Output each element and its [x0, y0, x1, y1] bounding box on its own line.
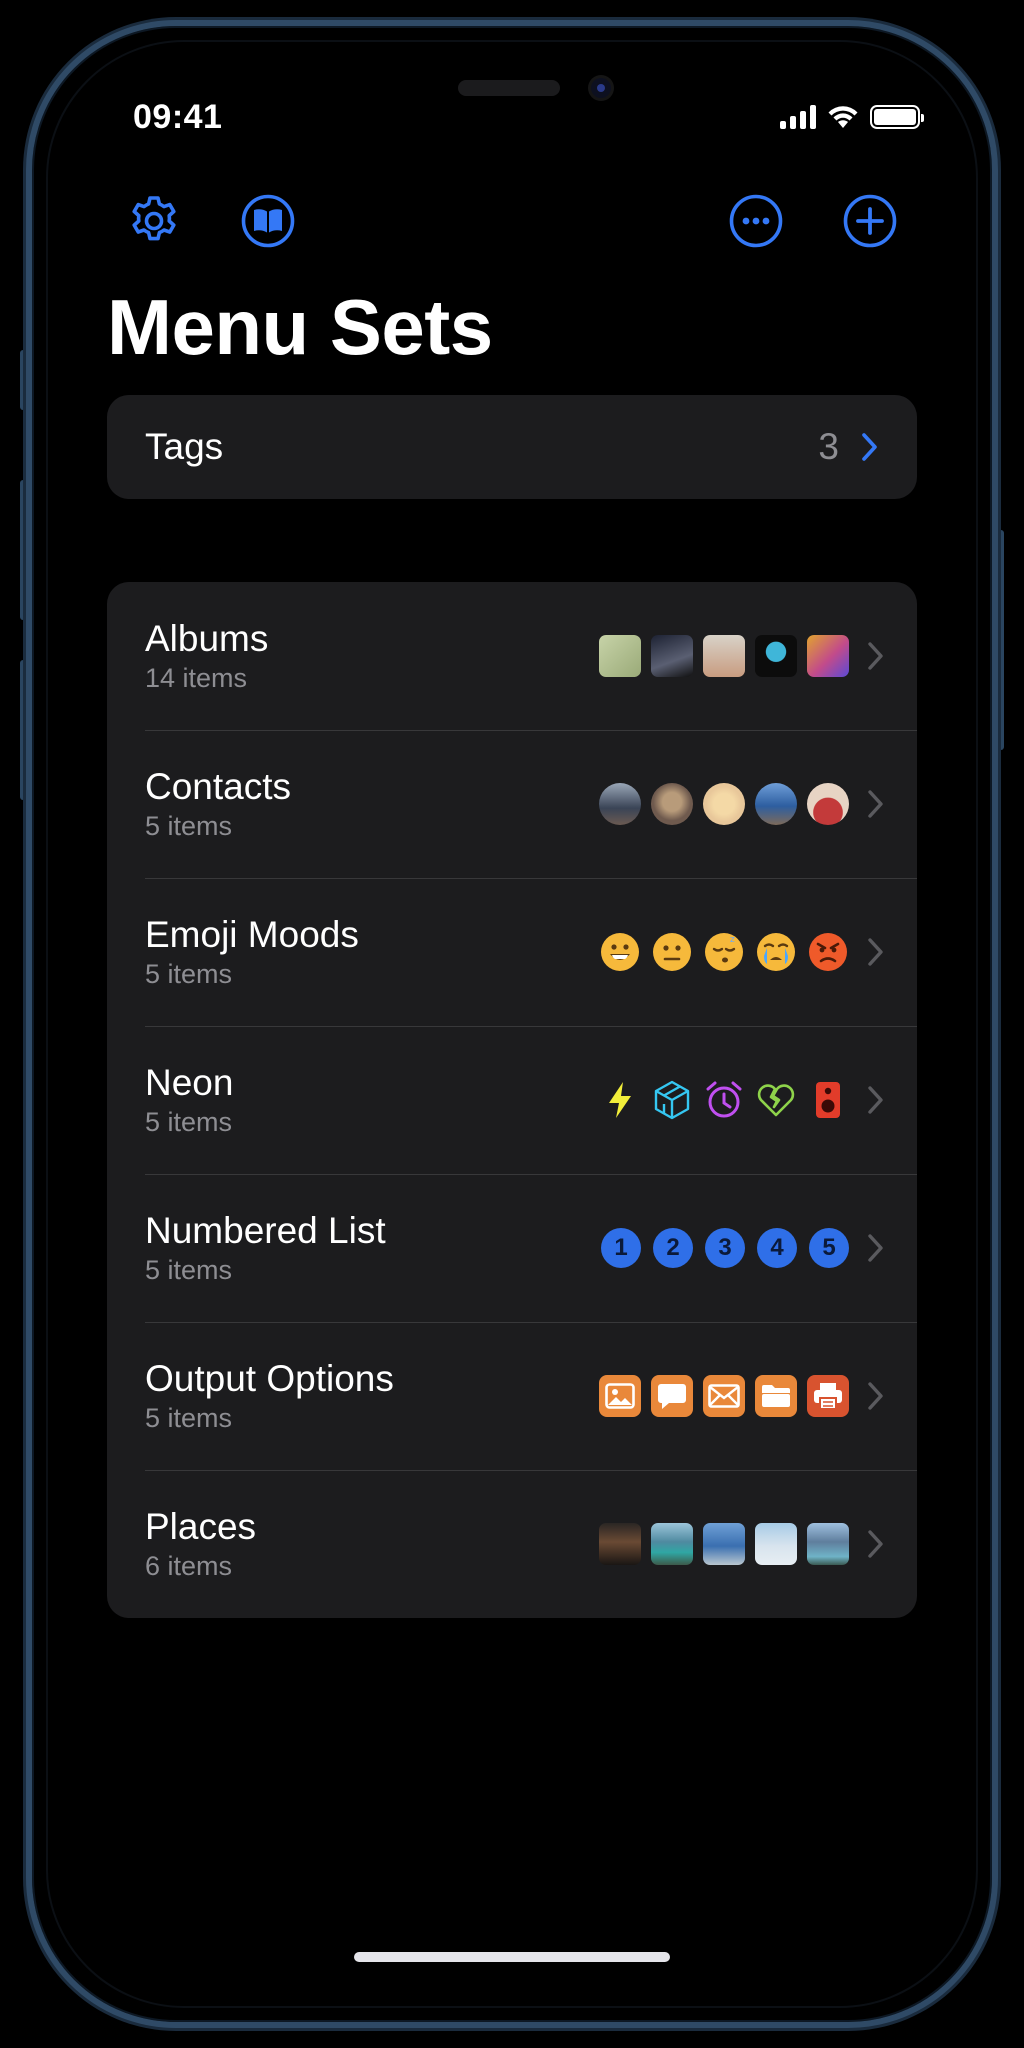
printer-icon	[807, 1375, 849, 1417]
list-item-contacts[interactable]: Contacts 5 items	[107, 730, 917, 878]
photo-icon	[599, 1375, 641, 1417]
add-button[interactable]	[842, 193, 898, 249]
folder-icon	[755, 1375, 797, 1417]
avatar	[651, 783, 693, 825]
chevron-right-icon	[868, 1086, 883, 1114]
avatar	[703, 783, 745, 825]
angry-face-icon	[809, 933, 847, 971]
row-subtitle: 5 items	[145, 959, 233, 989]
row-title: Places	[145, 1506, 257, 1547]
list-item-places[interactable]: Places 6 items	[107, 1470, 917, 1618]
menu-sets-list: Albums 14 items Contacts 5 items Emoji M…	[107, 582, 917, 1618]
front-camera	[591, 78, 611, 98]
row-title: Contacts	[145, 766, 292, 807]
settings-button[interactable]	[126, 193, 182, 249]
row-subtitle: 14 items	[145, 663, 248, 693]
number-badges: 1 2 3 4 5	[601, 1228, 849, 1268]
list-item-output-options[interactable]: Output Options 5 items	[107, 1322, 917, 1470]
library-button[interactable]	[240, 193, 296, 249]
chevron-right-icon	[862, 433, 877, 461]
place-thumbnail	[651, 1523, 693, 1565]
chevron-right-icon	[868, 1530, 883, 1558]
list-item-emoji-moods[interactable]: Emoji Moods 5 items z	[107, 878, 917, 1026]
place-thumbnail	[599, 1523, 641, 1565]
row-subtitle: 5 items	[145, 811, 233, 841]
speaker-icon	[816, 1082, 840, 1118]
status-icons	[780, 104, 924, 130]
output-thumbnails	[599, 1375, 849, 1417]
row-subtitle: 5 items	[145, 1107, 233, 1137]
avatar	[599, 783, 641, 825]
number-badge: 3	[705, 1228, 745, 1268]
sleeping-face-icon: z	[705, 933, 743, 971]
album-thumbnail	[755, 635, 797, 677]
crying-face-icon	[757, 933, 795, 971]
number-badge: 2	[653, 1228, 693, 1268]
cellular-signal-icon	[780, 105, 816, 129]
envelope-icon	[703, 1375, 745, 1417]
number-badge: 1	[601, 1228, 641, 1268]
plus-circle-icon	[843, 194, 897, 248]
page-title: Menu Sets	[107, 283, 493, 371]
place-thumbnails	[599, 1523, 849, 1565]
place-thumbnail	[755, 1523, 797, 1565]
broken-heart-icon	[757, 1084, 795, 1117]
row-title: Numbered List	[145, 1210, 386, 1251]
row-subtitle: 5 items	[145, 1403, 233, 1433]
chevron-right-icon	[868, 642, 883, 670]
cube-icon	[654, 1080, 690, 1120]
avatar	[807, 783, 849, 825]
row-title: Albums	[145, 618, 269, 659]
album-thumbnail	[599, 635, 641, 677]
wifi-icon	[828, 106, 858, 128]
tags-label: Tags	[145, 426, 224, 467]
number-badge: 4	[757, 1228, 797, 1268]
place-thumbnail	[807, 1523, 849, 1565]
alarm-clock-icon	[706, 1081, 742, 1118]
chevron-right-icon	[868, 938, 883, 966]
row-title: Neon	[145, 1062, 234, 1103]
list-item-neon[interactable]: Neon 5 items	[107, 1026, 917, 1174]
ellipsis-circle-icon	[729, 194, 783, 248]
place-thumbnail	[703, 1523, 745, 1565]
home-indicator[interactable]	[354, 1952, 670, 1962]
more-button[interactable]	[728, 193, 784, 249]
message-icon	[651, 1375, 693, 1417]
album-thumbnail	[703, 635, 745, 677]
power-button	[998, 530, 1004, 750]
contact-avatars	[599, 783, 849, 825]
list-item-albums[interactable]: Albums 14 items	[107, 582, 917, 730]
row-subtitle: 5 items	[145, 1255, 233, 1285]
earpiece-speaker	[458, 80, 560, 96]
status-time: 09:41	[133, 98, 223, 136]
chevron-right-icon	[868, 1234, 883, 1262]
row-title: Output Options	[145, 1358, 394, 1399]
neon-thumbnails	[599, 1079, 849, 1121]
gear-icon	[132, 196, 176, 241]
svg-text:z: z	[730, 935, 735, 945]
book-icon	[241, 194, 295, 248]
album-thumbnail	[651, 635, 693, 677]
album-thumbnail	[807, 635, 849, 677]
emoji-thumbnails: z	[599, 931, 849, 973]
avatar	[755, 783, 797, 825]
neutral-face-icon	[653, 933, 691, 971]
tags-count: 3	[818, 426, 839, 467]
list-item-numbered-list[interactable]: Numbered List 5 items 1 2 3 4 5	[107, 1174, 917, 1322]
battery-icon	[870, 105, 924, 129]
lightning-bolt-icon	[609, 1082, 631, 1118]
chevron-right-icon	[868, 790, 883, 818]
album-thumbnails	[599, 635, 849, 677]
row-subtitle: 6 items	[145, 1551, 233, 1581]
grinning-face-icon	[601, 933, 639, 971]
chevron-right-icon	[868, 1382, 883, 1410]
tags-row[interactable]: Tags 3	[107, 395, 917, 499]
row-title: Emoji Moods	[145, 914, 359, 955]
number-badge: 5	[809, 1228, 849, 1268]
